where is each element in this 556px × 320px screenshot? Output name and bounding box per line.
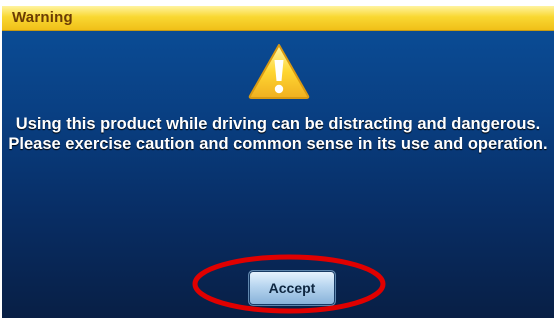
screen: Warning Using this product while driving… — [0, 0, 556, 320]
warning-triangle-icon — [248, 44, 310, 99]
dialog-titlebar: Warning — [2, 6, 554, 31]
warning-message: Using this product while driving can be … — [2, 114, 554, 154]
warning-message-line-1: Using this product while driving can be … — [15, 115, 541, 133]
dialog-title: Warning — [12, 9, 73, 26]
accept-button[interactable]: Accept — [248, 270, 336, 306]
warning-message-line-2: Please exercise caution and common sense… — [8, 135, 548, 153]
warning-dialog: Warning Using this product while driving… — [2, 6, 554, 318]
